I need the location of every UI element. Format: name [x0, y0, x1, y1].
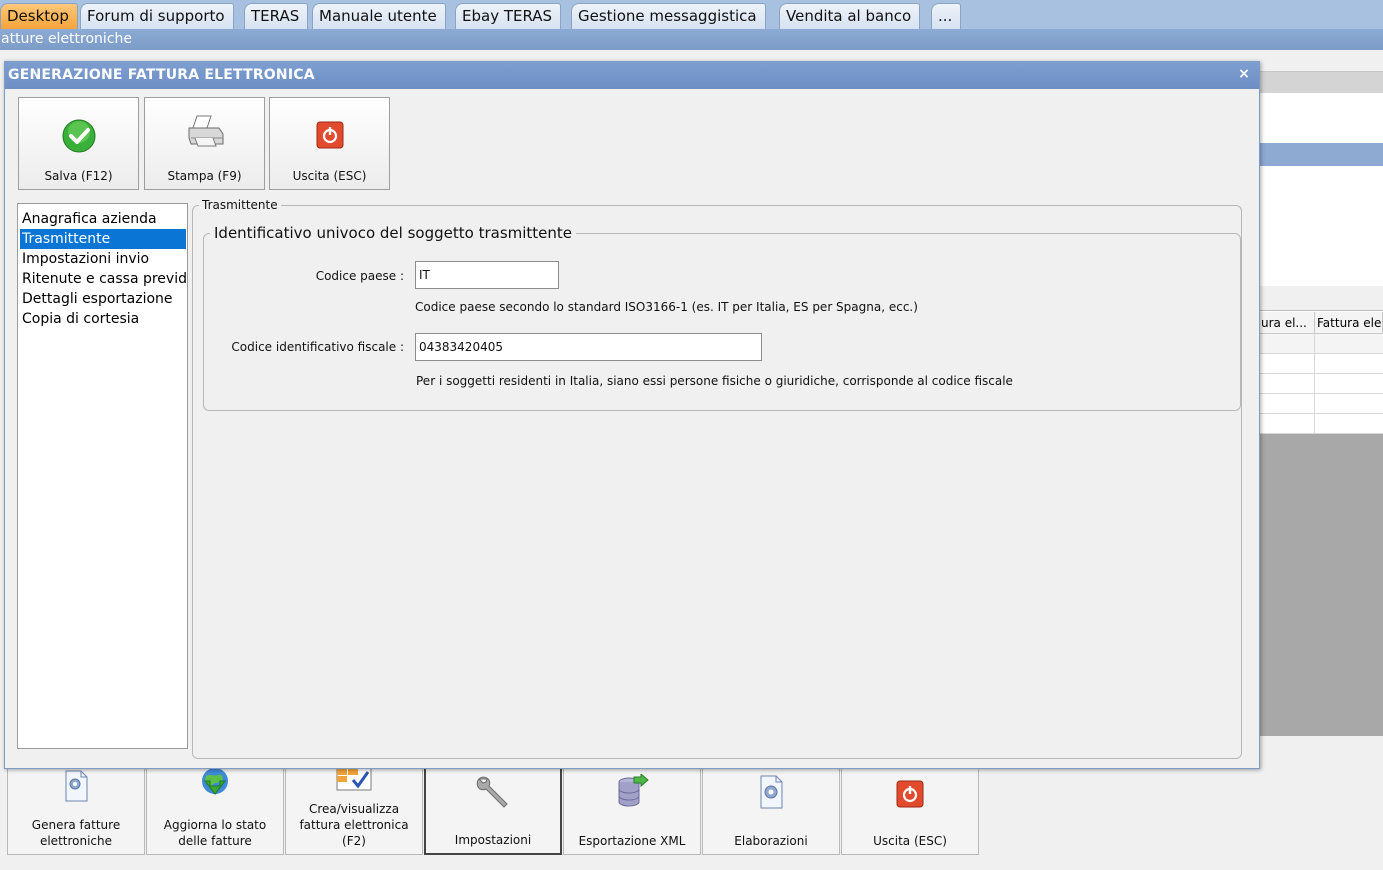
tab-ebay-teras[interactable]: Ebay TERAS [455, 3, 562, 29]
grid-header-2[interactable]: Fattura ele [1315, 312, 1383, 334]
exit-button-label: Uscita (ESC) [292, 169, 367, 183]
grid-row[interactable] [1259, 394, 1383, 414]
print-button-label: Stampa (F9) [167, 169, 242, 183]
tab-teras[interactable]: TERAS [244, 3, 309, 29]
tab-vendita-al-banco[interactable]: Vendita al banco [779, 3, 921, 29]
button-label: Esportazione XML [578, 834, 686, 848]
background-panel-body [1259, 166, 1383, 286]
tab-manuale-utente[interactable]: Manuale utente [312, 3, 446, 29]
crea-visualizza-fattura-button[interactable]: Crea/visualizza fattura elettronica (F2) [285, 767, 423, 855]
window-subtitle: atture elettroniche [0, 29, 1383, 50]
dialog-title: GENERAZIONE FATTURA ELETTRONICA [5, 62, 1259, 89]
button-label: Elaborazioni [734, 834, 808, 848]
close-icon[interactable]: × [1237, 67, 1251, 81]
grid-column-separator [1314, 334, 1315, 434]
checkmark-icon [61, 118, 97, 157]
tab-more[interactable]: ... [931, 3, 962, 29]
nav-item-trasmittente[interactable]: Trasmittente [20, 229, 186, 249]
tax-id-label: Codice identificativo fiscale : [231, 340, 404, 354]
save-button[interactable]: Salva (F12) [18, 97, 139, 190]
grid-row[interactable] [1259, 414, 1383, 434]
grid-row[interactable] [1259, 374, 1383, 394]
power-icon [896, 780, 924, 811]
generazione-fattura-dialog: GENERAZIONE FATTURA ELETTRONICA × Salva … [4, 61, 1260, 769]
button-label: Crea/visualizza [308, 802, 400, 816]
print-button[interactable]: Stampa (F9) [144, 97, 265, 190]
button-label: Genera fatture [31, 818, 121, 832]
genera-fatture-button[interactable]: Genera fatture elettroniche [7, 767, 145, 855]
button-label: elettroniche [39, 834, 113, 848]
identificativo-group: Identificativo univoco del soggetto tras… [203, 224, 1241, 411]
country-code-label: Codice paese : [315, 269, 404, 283]
grid-row[interactable] [1259, 334, 1383, 354]
group-title: Identificativo univoco del soggetto tras… [210, 224, 577, 242]
globe-download-icon [197, 768, 233, 805]
grid-row[interactable] [1259, 354, 1383, 374]
tax-id-input[interactable]: 04383420405 [415, 333, 762, 361]
printer-icon [185, 114, 225, 153]
aggiorna-stato-button[interactable]: Aggiorna lo stato delle fatture [146, 767, 284, 855]
app-tab-bar: Desktop Forum di supporto TERAS Manuale … [0, 0, 1383, 29]
country-code-input[interactable]: IT [415, 261, 559, 289]
save-button-label: Salva (F12) [44, 169, 113, 183]
button-label: Impostazioni [454, 833, 532, 847]
background-panel-white [1259, 93, 1383, 143]
power-icon [316, 121, 344, 152]
button-label: fattura elettronica [299, 818, 409, 832]
exit-button[interactable]: Uscita (ESC) [269, 97, 390, 190]
document-gear-icon [754, 774, 788, 813]
background-panel-header [1259, 143, 1383, 166]
button-label: (F2) [342, 834, 366, 848]
background-empty-area [1259, 434, 1383, 736]
trasmittente-section: Trasmittente Identificativo univoco del … [192, 198, 1242, 759]
impostazioni-button[interactable]: Impostazioni [424, 767, 562, 855]
settings-nav-list: Anagrafica azienda Trasmittente Impostaz… [17, 203, 188, 749]
nav-item-anagrafica-azienda[interactable]: Anagrafica azienda [20, 209, 186, 229]
nav-item-ritenute-cassa[interactable]: Ritenute e cassa previdenziale [20, 269, 186, 289]
tab-forum[interactable]: Forum di supporto [80, 3, 234, 29]
form-check-icon [336, 767, 372, 795]
database-export-icon [614, 772, 650, 813]
esportazione-xml-button[interactable]: Esportazione XML [563, 767, 701, 855]
background-panel [1259, 71, 1383, 93]
document-gear-icon [59, 770, 93, 805]
nav-item-copia-cortesia[interactable]: Copia di cortesia [20, 309, 186, 329]
grid-header-1[interactable]: ura el... [1259, 312, 1315, 334]
uscita-button[interactable]: Uscita (ESC) [841, 767, 979, 855]
wrench-icon [473, 773, 513, 816]
tax-id-help: Per i soggetti residenti in Italia, sian… [416, 374, 1013, 388]
button-label: delle fatture [178, 834, 252, 848]
elaborazioni-button[interactable]: Elaborazioni [702, 767, 840, 855]
tab-gestione-messaggistica[interactable]: Gestione messaggistica [571, 3, 766, 29]
background-grid: ura el... Fattura ele [1259, 310, 1383, 434]
tab-desktop[interactable]: Desktop [0, 3, 78, 29]
nav-item-dettagli-esportazione[interactable]: Dettagli esportazione [20, 289, 186, 309]
button-label: Uscita (ESC) [873, 834, 947, 848]
nav-item-impostazioni-invio[interactable]: Impostazioni invio [20, 249, 186, 269]
country-code-help: Codice paese secondo lo standard ISO3166… [415, 300, 918, 314]
button-label: Aggiorna lo stato [163, 818, 267, 832]
section-title: Trasmittente [199, 198, 281, 212]
